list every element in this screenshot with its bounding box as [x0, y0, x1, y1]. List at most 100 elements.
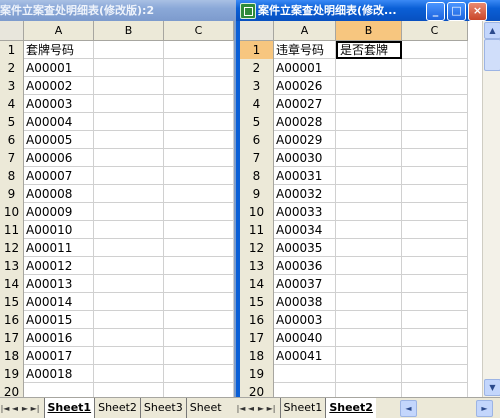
minimize-button[interactable]: _: [426, 2, 445, 21]
cell-b12[interactable]: [94, 239, 164, 257]
cell-c14[interactable]: [402, 275, 468, 293]
cell-b12[interactable]: [336, 239, 402, 257]
prev-sheet-icon[interactable]: ◄: [10, 399, 20, 418]
cell-c4[interactable]: [402, 95, 468, 113]
row-header[interactable]: 1: [0, 41, 24, 60]
excel-app-icon[interactable]: [240, 3, 256, 19]
cell-a5[interactable]: A00028: [274, 113, 336, 131]
cell-c13[interactable]: [402, 257, 468, 275]
row-header[interactable]: 9: [0, 185, 24, 204]
cell-b18[interactable]: [94, 347, 164, 365]
row-header[interactable]: 18: [0, 347, 24, 366]
cell-b1[interactable]: [94, 41, 164, 59]
cell-c18[interactable]: [164, 347, 234, 365]
first-sheet-icon[interactable]: |◄: [236, 399, 246, 418]
row-header[interactable]: 1: [240, 41, 274, 60]
cell-b16[interactable]: [94, 311, 164, 329]
row-header[interactable]: 20: [0, 383, 24, 397]
row-header[interactable]: 15: [0, 293, 24, 312]
cell-b9[interactable]: [94, 185, 164, 203]
cell-b17[interactable]: [336, 329, 402, 347]
cell-a7[interactable]: A00006: [24, 149, 94, 167]
cell-b3[interactable]: [94, 77, 164, 95]
cell-a13[interactable]: A00012: [24, 257, 94, 275]
cell-c8[interactable]: [164, 167, 234, 185]
row-header[interactable]: 6: [0, 131, 24, 150]
cell-a5[interactable]: A00004: [24, 113, 94, 131]
cell-a2[interactable]: A00001: [274, 59, 336, 77]
cell-b17[interactable]: [94, 329, 164, 347]
select-all-corner[interactable]: [0, 21, 24, 41]
left-tab-sheet3[interactable]: Sheet3: [139, 398, 186, 418]
cell-b9[interactable]: [336, 185, 402, 203]
cell-a15[interactable]: A00038: [274, 293, 336, 311]
cell-c3[interactable]: [402, 77, 468, 95]
scroll-down-icon[interactable]: ▼: [484, 379, 500, 396]
cell-b19[interactable]: [94, 365, 164, 383]
cell-a14[interactable]: A00037: [274, 275, 336, 293]
cell-a3[interactable]: A00026: [274, 77, 336, 95]
right-tab-sheet2[interactable]: Sheet2: [325, 398, 376, 418]
cell-a6[interactable]: A00029: [274, 131, 336, 149]
cell-b5[interactable]: [94, 113, 164, 131]
cell-c20[interactable]: [164, 383, 234, 397]
cell-a20[interactable]: [24, 383, 94, 397]
cell-c2[interactable]: [402, 59, 468, 77]
cell-c14[interactable]: [164, 275, 234, 293]
right-window-title[interactable]: 案件立案查处明细表(修改... _ □ ×: [236, 0, 500, 21]
cell-b5[interactable]: [336, 113, 402, 131]
cell-c1[interactable]: [402, 41, 468, 59]
column-header-a[interactable]: A: [24, 21, 94, 41]
cell-b7[interactable]: [336, 149, 402, 167]
cell-c6[interactable]: [402, 131, 468, 149]
left-tab-sheet1[interactable]: Sheet1: [43, 398, 95, 418]
cell-c12[interactable]: [402, 239, 468, 257]
cell-c9[interactable]: [164, 185, 234, 203]
cell-b3[interactable]: [336, 77, 402, 95]
cell-a1[interactable]: 套牌号码: [24, 41, 94, 59]
row-header[interactable]: 18: [240, 347, 274, 366]
close-button[interactable]: ×: [468, 2, 487, 21]
cell-c7[interactable]: [402, 149, 468, 167]
cell-c10[interactable]: [402, 203, 468, 221]
scroll-left-icon[interactable]: ◄: [400, 400, 417, 417]
select-all-corner[interactable]: [240, 21, 274, 41]
row-header[interactable]: 14: [240, 275, 274, 294]
row-header[interactable]: 10: [240, 203, 274, 222]
last-sheet-icon[interactable]: ►|: [266, 399, 276, 418]
row-header[interactable]: 4: [0, 95, 24, 114]
row-header[interactable]: 3: [0, 77, 24, 96]
cell-a16[interactable]: A00003: [274, 311, 336, 329]
row-header[interactable]: 11: [240, 221, 274, 240]
cell-b20[interactable]: [336, 383, 402, 397]
cell-b20[interactable]: [94, 383, 164, 397]
cell-c11[interactable]: [164, 221, 234, 239]
column-header-b[interactable]: B: [94, 21, 164, 41]
cell-a11[interactable]: A00010: [24, 221, 94, 239]
cell-c1[interactable]: [164, 41, 234, 59]
column-header-b[interactable]: B: [336, 21, 402, 41]
cell-c20[interactable]: [402, 383, 468, 397]
cell-b19[interactable]: [336, 365, 402, 383]
cell-c11[interactable]: [402, 221, 468, 239]
row-header[interactable]: 9: [240, 185, 274, 204]
cell-a12[interactable]: A00011: [24, 239, 94, 257]
row-header[interactable]: 8: [240, 167, 274, 186]
cell-a3[interactable]: A00002: [24, 77, 94, 95]
cell-b7[interactable]: [94, 149, 164, 167]
left-tab-sheet4[interactable]: Sheet: [185, 398, 225, 418]
cell-a4[interactable]: A00003: [24, 95, 94, 113]
cell-a14[interactable]: A00013: [24, 275, 94, 293]
cell-c4[interactable]: [164, 95, 234, 113]
cell-a20[interactable]: [274, 383, 336, 397]
cell-a18[interactable]: A00041: [274, 347, 336, 365]
row-header[interactable]: 6: [240, 131, 274, 150]
cell-a13[interactable]: A00036: [274, 257, 336, 275]
row-header[interactable]: 12: [240, 239, 274, 258]
cell-b2[interactable]: [336, 59, 402, 77]
left-sheet-grid[interactable]: A B C 1 套牌号码 2 A00001 3 A00002 4 A00003 5 A00004 6 A00…: [0, 21, 234, 397]
cell-a9[interactable]: A00008: [24, 185, 94, 203]
cell-a7[interactable]: A00030: [274, 149, 336, 167]
next-sheet-icon[interactable]: ►: [256, 399, 266, 418]
cell-c16[interactable]: [164, 311, 234, 329]
